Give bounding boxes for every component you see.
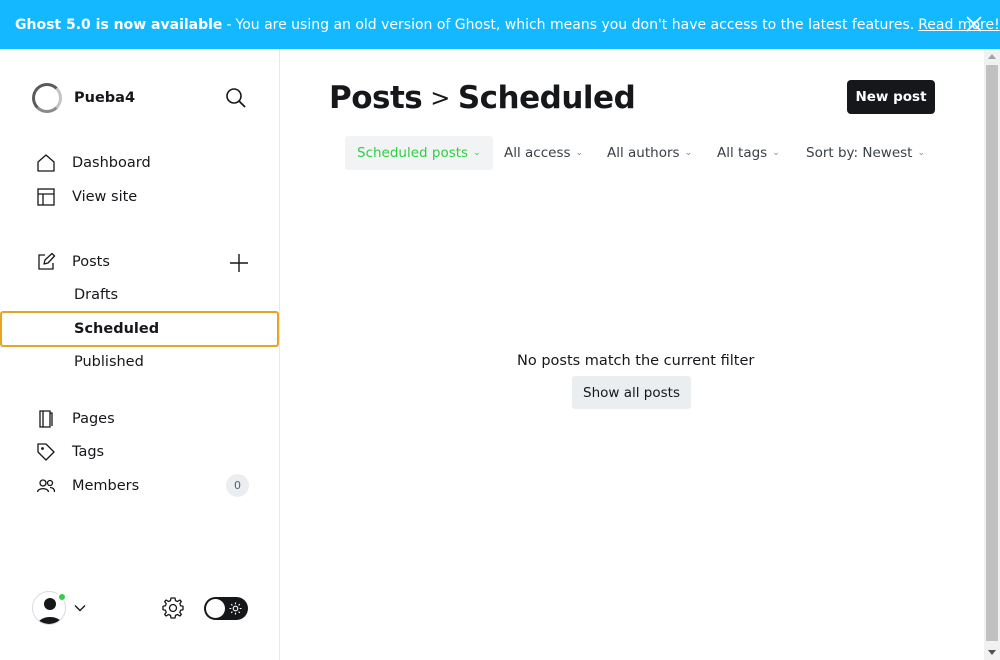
filter-tags[interactable]: All tags ⌄ (717, 136, 780, 170)
filter-sort[interactable]: Sort by: Newest ⌄ (806, 136, 925, 170)
site-logo (32, 83, 62, 113)
new-post-button[interactable]: New post (847, 80, 935, 114)
search-icon[interactable] (225, 87, 247, 109)
scroll-down-arrow[interactable] (988, 650, 996, 655)
nav-posts[interactable]: Posts (36, 252, 110, 272)
scroll-up-arrow[interactable] (988, 54, 996, 59)
site-header[interactable]: Pueba4 (32, 83, 135, 113)
nav-scheduled[interactable]: Scheduled (0, 311, 279, 347)
banner-headline: Ghost 5.0 is now available (15, 16, 223, 33)
nav-dashboard-label: Dashboard (72, 155, 151, 171)
theme-toggle[interactable] (204, 597, 248, 620)
edit-icon (38, 252, 56, 270)
site-name: Pueba4 (74, 90, 136, 106)
nav-drafts[interactable]: Drafts (74, 287, 118, 303)
nav-members[interactable]: Members (36, 476, 139, 496)
sidebar: Pueba4 Dashboard View site Posts Drafts … (0, 49, 280, 660)
banner-read-more-link[interactable]: Read more! (918, 17, 1000, 33)
scrollbar-thumb[interactable] (986, 65, 998, 641)
nav-tags[interactable]: Tags (36, 442, 104, 462)
breadcrumb-current: Scheduled (457, 80, 636, 116)
scrollbar[interactable] (984, 49, 1000, 660)
members-count-badge: 0 (226, 474, 249, 497)
nav-view-site-label: View site (72, 189, 138, 205)
tag-icon (37, 443, 55, 461)
home-icon (37, 154, 55, 172)
nav-members-label: Members (72, 478, 140, 494)
nav-dashboard[interactable]: Dashboard (36, 153, 151, 173)
nav-pages[interactable]: Pages (36, 409, 115, 429)
filter-access-label: All access (504, 145, 571, 161)
filter-authors[interactable]: All authors ⌄ (607, 136, 692, 170)
close-icon[interactable] (965, 15, 983, 33)
page-title: Posts > Scheduled (329, 80, 636, 116)
show-all-posts-button[interactable]: Show all posts (572, 376, 691, 409)
page-icon (39, 410, 53, 428)
banner-message: You are using an old version of Ghost, w… (235, 16, 915, 33)
main-content: Posts > Scheduled New post Scheduled pos… (280, 49, 984, 660)
banner-separator: - (226, 16, 232, 33)
filter-sort-label: Sort by: Newest (806, 145, 913, 161)
online-status-dot (57, 592, 67, 602)
sun-icon (229, 602, 242, 615)
breadcrumb-separator: > (430, 84, 450, 112)
nav-scheduled-label: Scheduled (74, 321, 160, 337)
nav-posts-label: Posts (72, 254, 110, 270)
filter-type-label: Scheduled posts (357, 145, 469, 161)
plus-icon[interactable] (229, 253, 249, 273)
nav-view-site[interactable]: View site (36, 187, 137, 207)
update-banner: Ghost 5.0 is now available - You are usi… (0, 0, 1000, 49)
filter-access[interactable]: All access ⌄ (504, 136, 583, 170)
nav-tags-label: Tags (72, 444, 105, 460)
filter-type[interactable]: Scheduled posts ⌄ (345, 136, 493, 170)
filter-tags-label: All tags (717, 145, 768, 161)
filter-authors-label: All authors (607, 145, 680, 161)
nav-published[interactable]: Published (74, 354, 144, 370)
toggle-knob (206, 599, 225, 618)
layout-icon (37, 188, 55, 206)
chevron-down-icon[interactable] (73, 601, 87, 615)
breadcrumb-posts[interactable]: Posts (329, 80, 423, 116)
empty-state-message: No posts match the current filter (517, 353, 755, 369)
nav-pages-label: Pages (72, 411, 115, 427)
members-icon (36, 479, 56, 493)
gear-icon[interactable] (161, 596, 185, 620)
